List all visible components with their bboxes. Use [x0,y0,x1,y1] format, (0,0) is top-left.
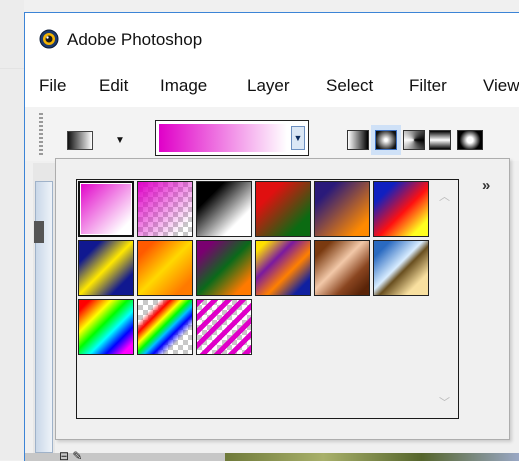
gradient-dropdown-button[interactable]: ▼ [291,126,305,150]
window-title: Adobe Photoshop [67,30,203,49]
gradient-swatch[interactable] [137,240,193,296]
menu-select[interactable]: Select [326,76,373,96]
gradient-swatch[interactable] [196,299,252,355]
gradient-swatch[interactable] [373,240,429,296]
menu-edit[interactable]: Edit [99,76,128,96]
desktop-edge-line [0,68,24,69]
menu-view[interactable]: View [483,76,519,96]
gradient-swatch[interactable] [373,181,429,237]
reflected-gradient-icon[interactable] [429,130,451,150]
gradient-swatch[interactable] [255,181,311,237]
menu-image[interactable]: Image [160,76,207,96]
menu-file[interactable]: File [39,76,66,96]
radial-gradient-icon[interactable] [375,130,397,150]
current-gradient-swatch[interactable] [159,124,287,152]
gradient-swatch[interactable] [78,299,134,355]
photoshop-eye-icon [39,29,59,49]
gradient-swatch[interactable] [196,181,252,237]
scroll-down-icon[interactable]: ﹀ [439,394,450,410]
gradient-picker[interactable]: ▼ [155,120,309,156]
chevron-down-icon[interactable]: ▼ [115,135,125,146]
options-bar-grip[interactable] [39,113,43,157]
gradient-swatch-grid: ︿ ﹀ [76,179,459,419]
angle-gradient-icon[interactable] [403,130,425,150]
gradient-swatch[interactable] [314,181,370,237]
desktop-edge [0,0,24,460]
linear-gradient-icon[interactable] [347,130,369,150]
gradient-swatch[interactable] [137,181,193,237]
menu-filter[interactable]: Filter [409,76,447,96]
gradient-swatch[interactable] [314,240,370,296]
popup-menu-button[interactable]: » [482,177,490,194]
tools-panel [33,163,55,453]
gradient-swatch[interactable] [78,240,134,296]
gradient-picker-popup: » ︿ ﹀ [55,158,510,440]
diamond-gradient-icon[interactable] [457,130,483,150]
gradient-swatch[interactable] [196,240,252,296]
gradient-swatch[interactable] [78,181,134,237]
menu-layer[interactable]: Layer [247,76,290,96]
scroll-up-icon[interactable]: ︿ [439,188,450,204]
tool-icons-icon[interactable]: ⊟ ✎ [59,449,82,461]
menu-bar: File Edit Image Layer Select Filter View [25,65,519,107]
gradient-tool-preset-icon[interactable] [67,131,93,150]
tools-panel-marker [34,221,44,243]
gradient-swatch[interactable] [255,240,311,296]
title-bar[interactable]: Adobe Photoshop [25,13,519,65]
gradient-swatch[interactable] [137,299,193,355]
swatch-scrollbar[interactable]: ︿ ﹀ [434,180,458,418]
